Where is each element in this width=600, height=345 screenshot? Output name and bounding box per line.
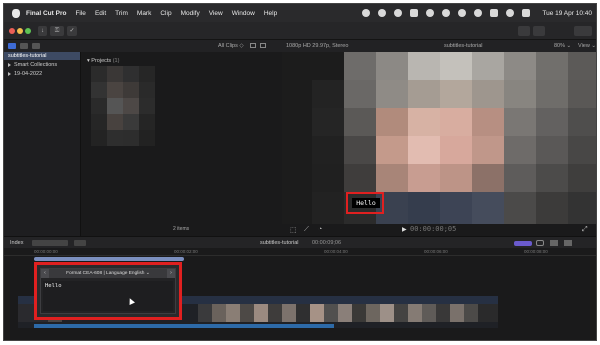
clip-filter-dropdown[interactable]: All Clips ◇: [218, 43, 244, 49]
titles-icon[interactable]: [32, 43, 40, 49]
zoom-dropdown[interactable]: 80% ⌄: [554, 43, 571, 49]
menu-view[interactable]: View: [209, 10, 223, 17]
timecode-display[interactable]: 00:00:00;05: [410, 225, 456, 233]
audio-waveform[interactable]: [34, 324, 334, 328]
screen-mirror-icon[interactable]: [474, 9, 483, 17]
caption-format-dropdown[interactable]: Format CEA-608 | Language English ⌄: [66, 271, 150, 276]
creative-cloud-icon[interactable]: [378, 9, 387, 17]
projects-header[interactable]: ▾ Projects (1): [87, 58, 119, 64]
control-center-icon[interactable]: [522, 9, 531, 17]
library-sidebar: subtitles-tutorial Smart Collections 19-…: [4, 52, 80, 236]
filmstrip-view-icon[interactable]: [250, 43, 256, 48]
browser-pane: ▾ Projects (1) 2 items: [80, 52, 282, 236]
clip-appearance-icon[interactable]: [550, 240, 558, 246]
next-caption-icon[interactable]: ›: [167, 269, 175, 278]
main-toolbar: ↓ ⚿ ✓: [4, 22, 596, 40]
battery-icon[interactable]: [490, 9, 499, 17]
menu-clip[interactable]: Clip: [160, 10, 171, 17]
timeline-ruler[interactable]: 00:00:00:00 00:00:02:00 00:00:04:00 00:0…: [4, 248, 596, 256]
record-icon[interactable]: [362, 9, 371, 17]
timeline-duration: 00:00:09;06: [312, 240, 342, 246]
menu-mark[interactable]: Mark: [137, 10, 151, 17]
index-button[interactable]: Index: [10, 240, 23, 246]
viewer-pane: Hello ⬚ ⟋ ◔ ▶ 00:00:00;05 ⤢: [282, 52, 596, 236]
wifi-icon[interactable]: [458, 9, 467, 17]
inspector-icon[interactable]: [564, 240, 572, 246]
menu-app-name[interactable]: Final Cut Pro: [26, 10, 66, 17]
app-window: Final Cut Pro File Edit Trim Mark Clip M…: [3, 3, 597, 341]
edit-buttons[interactable]: [32, 240, 68, 246]
ruler-tick: 00:00:06:00: [424, 249, 448, 254]
timeline-header: Index subtitles-tutorial 00:00:09;06: [4, 236, 596, 248]
sidebar-item-label: subtitles-tutorial: [8, 53, 47, 59]
vpn-icon[interactable]: [442, 9, 451, 17]
sidebar-item-library[interactable]: subtitles-tutorial: [4, 52, 80, 60]
disclosure-triangle-icon[interactable]: [8, 62, 11, 67]
keyword-icon[interactable]: ⚿: [50, 26, 64, 36]
timeline-index-icon[interactable]: [533, 26, 545, 36]
apple-icon[interactable]: [12, 8, 20, 18]
headphones-icon[interactable]: [536, 240, 544, 246]
caption-editor-header: ‹ Format CEA-608 | Language English ⌄ ›: [41, 269, 175, 278]
viewer-project-title: subtitles-tutorial: [444, 43, 483, 49]
list-view-icon[interactable]: [260, 43, 266, 48]
clock[interactable]: Tue 19 Apr 10:40: [542, 10, 592, 17]
crop-icon[interactable]: ⟋: [304, 226, 309, 234]
caption-text-field[interactable]: Hello: [43, 281, 173, 311]
transform-icon[interactable]: ⬚: [290, 226, 297, 234]
disclosure-triangle-icon[interactable]: [8, 71, 11, 76]
menu-window[interactable]: Window: [232, 10, 255, 17]
project-thumbnail[interactable]: [91, 66, 155, 146]
background-tasks-icon[interactable]: ✓: [67, 26, 77, 36]
close-window-icon[interactable]: [9, 28, 15, 34]
ruler-tick: 00:00:04:00: [324, 249, 348, 254]
status-area: Tue 19 Apr 10:40: [362, 4, 592, 22]
menu-edit[interactable]: Edit: [95, 10, 106, 17]
ruler-tick: 00:00:02:00: [174, 249, 198, 254]
menu-file[interactable]: File: [75, 10, 85, 17]
minimize-window-icon[interactable]: [17, 28, 23, 34]
items-count: 2 items: [173, 226, 190, 232]
caption-editor: ‹ Format CEA-608 | Language English ⌄ › …: [40, 268, 176, 314]
bluetooth-icon[interactable]: [426, 9, 435, 17]
select-tool-icon[interactable]: [74, 240, 86, 246]
speed-icon[interactable]: ◔: [318, 226, 322, 233]
caption-preview: Hello: [352, 198, 380, 208]
layout-icon[interactable]: [518, 26, 530, 36]
disclosure-triangle-icon[interactable]: ▾: [87, 58, 90, 64]
menu-bar: Final Cut Pro File Edit Trim Mark Clip M…: [4, 4, 596, 22]
menu-modify[interactable]: Modify: [181, 10, 200, 17]
play-icon[interactable]: ▶: [402, 226, 407, 233]
caption-lane-clip[interactable]: [34, 257, 184, 261]
view-dropdown[interactable]: View ⌄: [578, 43, 596, 49]
skimming-toggle-icon[interactable]: [514, 241, 532, 246]
previous-caption-icon[interactable]: ‹: [41, 269, 49, 278]
import-icon[interactable]: ↓: [38, 26, 47, 36]
projects-count: (1): [112, 58, 120, 64]
antivirus-icon[interactable]: [410, 9, 419, 17]
sidebar-item-label: Smart Collections: [14, 62, 58, 68]
menu-help[interactable]: Help: [264, 10, 277, 17]
projects-label: Projects: [91, 58, 112, 64]
sidebar-item-smart-collections[interactable]: Smart Collections: [4, 61, 57, 69]
ruler-tick: 00:00:08:00: [524, 249, 548, 254]
fullscreen-icon[interactable]: ⤢: [582, 226, 588, 234]
video-frame: [282, 52, 596, 224]
spotlight-icon[interactable]: [506, 9, 515, 17]
dropbox-icon[interactable]: [394, 9, 403, 17]
secondary-toolbar: All Clips ◇ 1080p HD 29.97p, Stereo subt…: [4, 40, 596, 52]
sidebar-item-label: 19-04-2022: [14, 71, 43, 77]
zoom-window-icon[interactable]: [25, 28, 31, 34]
share-icon[interactable]: [574, 26, 592, 36]
menu-trim[interactable]: Trim: [115, 10, 128, 17]
timeline-project-name[interactable]: subtitles-tutorial: [260, 240, 299, 246]
ruler-tick: 00:00:00:00: [34, 249, 58, 254]
photos-icon[interactable]: [20, 43, 28, 49]
viewer-controls: ⬚ ⟋ ◔ ▶ 00:00:00;05 ⤢: [282, 224, 596, 236]
viewer-format-info: 1080p HD 29.97p, Stereo: [286, 43, 349, 49]
sidebar-item-event[interactable]: 19-04-2022: [4, 70, 42, 78]
caption-editor-highlight: ‹ Format CEA-608 | Language English ⌄ › …: [34, 262, 182, 320]
libraries-icon[interactable]: [8, 43, 16, 49]
